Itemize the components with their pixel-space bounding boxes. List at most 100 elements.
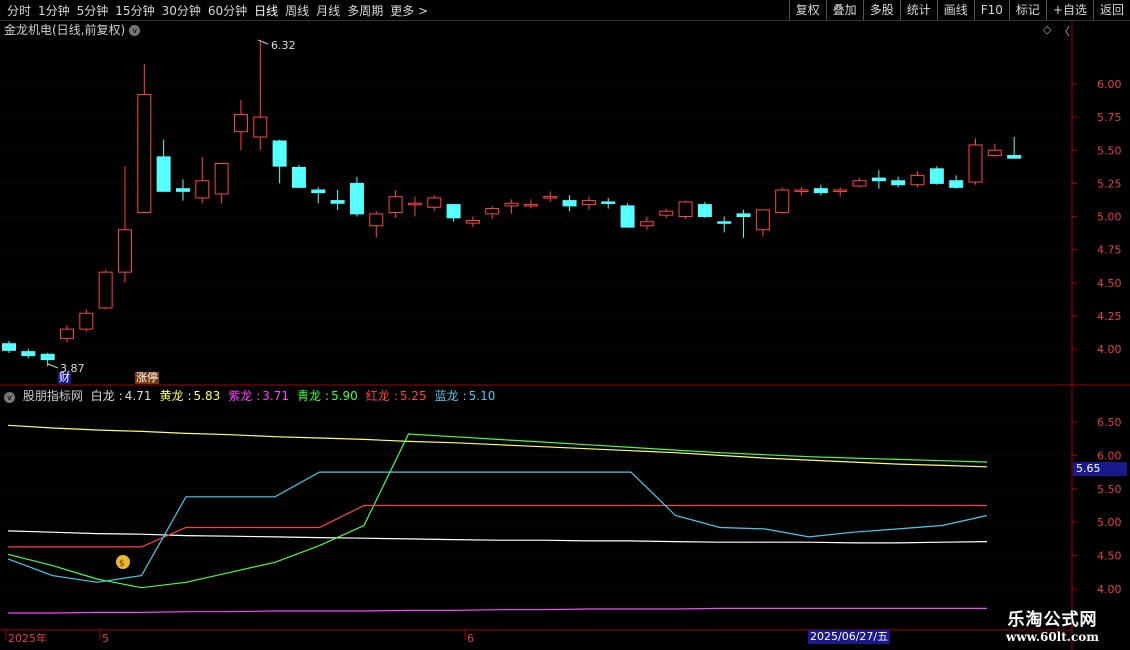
candle <box>388 190 403 218</box>
candle <box>253 41 268 151</box>
y-tick-label: 5.25 <box>1097 177 1122 190</box>
candle <box>775 187 790 214</box>
candle <box>137 64 152 214</box>
watermark-url: www.60lt.com <box>1006 630 1099 644</box>
candle <box>871 170 886 189</box>
watermark-title: 乐淘公式网 <box>1007 610 1098 630</box>
candle <box>794 187 809 196</box>
watermark: 乐淘公式网 www.60lt.com <box>990 605 1115 644</box>
x-tick-label: 5 <box>102 632 109 645</box>
candle <box>233 99 248 151</box>
candle <box>833 187 848 197</box>
candle <box>311 187 326 204</box>
y-tick-label: 5.00 <box>1097 516 1122 529</box>
candle <box>523 199 538 209</box>
indicator-line-青龙 <box>7 433 988 589</box>
candle <box>330 190 345 210</box>
candle <box>929 166 944 185</box>
cursor-date-badge: 2025/06/27/五 <box>808 630 891 644</box>
candle <box>79 309 94 332</box>
finance-tag[interactable]: 财 <box>58 372 71 384</box>
y-tick-label: 5.75 <box>1097 111 1122 124</box>
money-bag-icon: $ <box>116 555 130 569</box>
candle <box>175 179 190 201</box>
y-axis-labels: 6.00 5.75 5.50 5.25 5.00 4.75 4.50 4.25 4.00 6.50… <box>1072 78 1122 596</box>
candle <box>291 164 306 188</box>
indicator-name[interactable]: 股朋指标网 <box>23 389 83 403</box>
indicator-legend-name: 黄龙 <box>159 389 184 403</box>
candle <box>968 138 983 185</box>
x-axis-labels: 2025年 5 6 <box>5 630 474 645</box>
indicator-legend-name: 白龙 <box>90 389 115 403</box>
y-tick-label: 6.00 <box>1097 78 1122 91</box>
candle <box>697 201 712 218</box>
indicator-legend-name: 蓝龙 <box>434 389 459 403</box>
y-tick-label: 4.75 <box>1097 244 1122 257</box>
x-tick-label: 6 <box>467 632 474 645</box>
indicator-legend-value: 3.71 <box>262 389 290 403</box>
indicator-legend-value: 5.25 <box>399 389 427 403</box>
y-tick-label: 4.00 <box>1097 583 1122 596</box>
legend-colon: : <box>393 389 398 403</box>
candlestick-series <box>2 41 1022 367</box>
high-marker: 6.32 <box>257 39 296 52</box>
candle <box>852 178 867 188</box>
candle <box>21 349 36 359</box>
candle <box>891 176 906 188</box>
diamond-icon[interactable]: ◇ <box>1043 23 1051 36</box>
candle <box>272 139 287 184</box>
candle <box>349 176 364 217</box>
candle <box>195 156 210 204</box>
candle <box>446 204 461 222</box>
current-price-badge: 5.65 <box>1073 462 1127 476</box>
indicator-lines <box>7 424 988 614</box>
stock-title: 金龙机电(日线,前复权) <box>4 23 126 37</box>
indicator-line-黄龙 <box>7 424 988 468</box>
candle <box>620 203 635 228</box>
candle <box>2 341 16 353</box>
candle <box>98 269 113 310</box>
indicator-legend-value: 5.90 <box>331 389 358 403</box>
candle <box>543 191 558 202</box>
candle <box>639 216 654 230</box>
y-tick-label: 4.00 <box>1097 343 1122 356</box>
y-tick-label: 5.00 <box>1097 211 1122 224</box>
indicator-line-紫龙 <box>8 607 987 614</box>
candle <box>581 196 596 210</box>
candle <box>1007 137 1022 159</box>
candle <box>465 216 480 228</box>
chart-title[interactable]: 金龙机电(日线,前复权) v <box>4 21 141 38</box>
collapse-icon[interactable]: 〈 <box>1059 23 1070 39</box>
y-tick-label: 4.50 <box>1097 550 1122 563</box>
candle <box>755 209 770 237</box>
x-tick-label: 2025年 <box>8 631 47 645</box>
candle <box>987 143 1002 157</box>
candle <box>407 196 422 217</box>
legend-colon: : <box>325 389 330 403</box>
candle <box>910 171 925 188</box>
candle <box>369 211 384 238</box>
indicator-legend-name: 青龙 <box>297 389 322 403</box>
indicator-legend-name: 紫龙 <box>228 389 253 403</box>
y-tick-label: 5.50 <box>1097 483 1122 496</box>
chevron-down-icon[interactable]: v <box>4 392 15 403</box>
legend-colon: : <box>256 389 261 403</box>
candle <box>949 175 964 189</box>
candle <box>485 205 500 220</box>
y-tick-label: 4.50 <box>1097 277 1122 290</box>
kline-chart[interactable]: 6.00 5.75 5.50 5.25 5.00 4.75 4.50 4.25 4.00 6.50… <box>0 0 1130 650</box>
candle <box>659 208 674 218</box>
candle <box>562 195 577 212</box>
y-tick-label: 5.50 <box>1097 144 1122 157</box>
candle <box>678 200 693 220</box>
y-tick-label: 4.25 <box>1097 310 1122 323</box>
limit-up-tag[interactable]: 涨停 <box>135 372 159 384</box>
svg-text:$: $ <box>119 559 125 569</box>
candle <box>427 195 442 212</box>
indicator-legend-value: 5.10 <box>468 389 496 403</box>
y-tick-label: 6.00 <box>1097 449 1122 462</box>
chevron-down-icon[interactable]: v <box>129 25 141 36</box>
legend-colon: : <box>118 389 123 403</box>
y-tick-label: 6.50 <box>1097 416 1122 429</box>
high-label: 6.32 <box>271 39 296 52</box>
